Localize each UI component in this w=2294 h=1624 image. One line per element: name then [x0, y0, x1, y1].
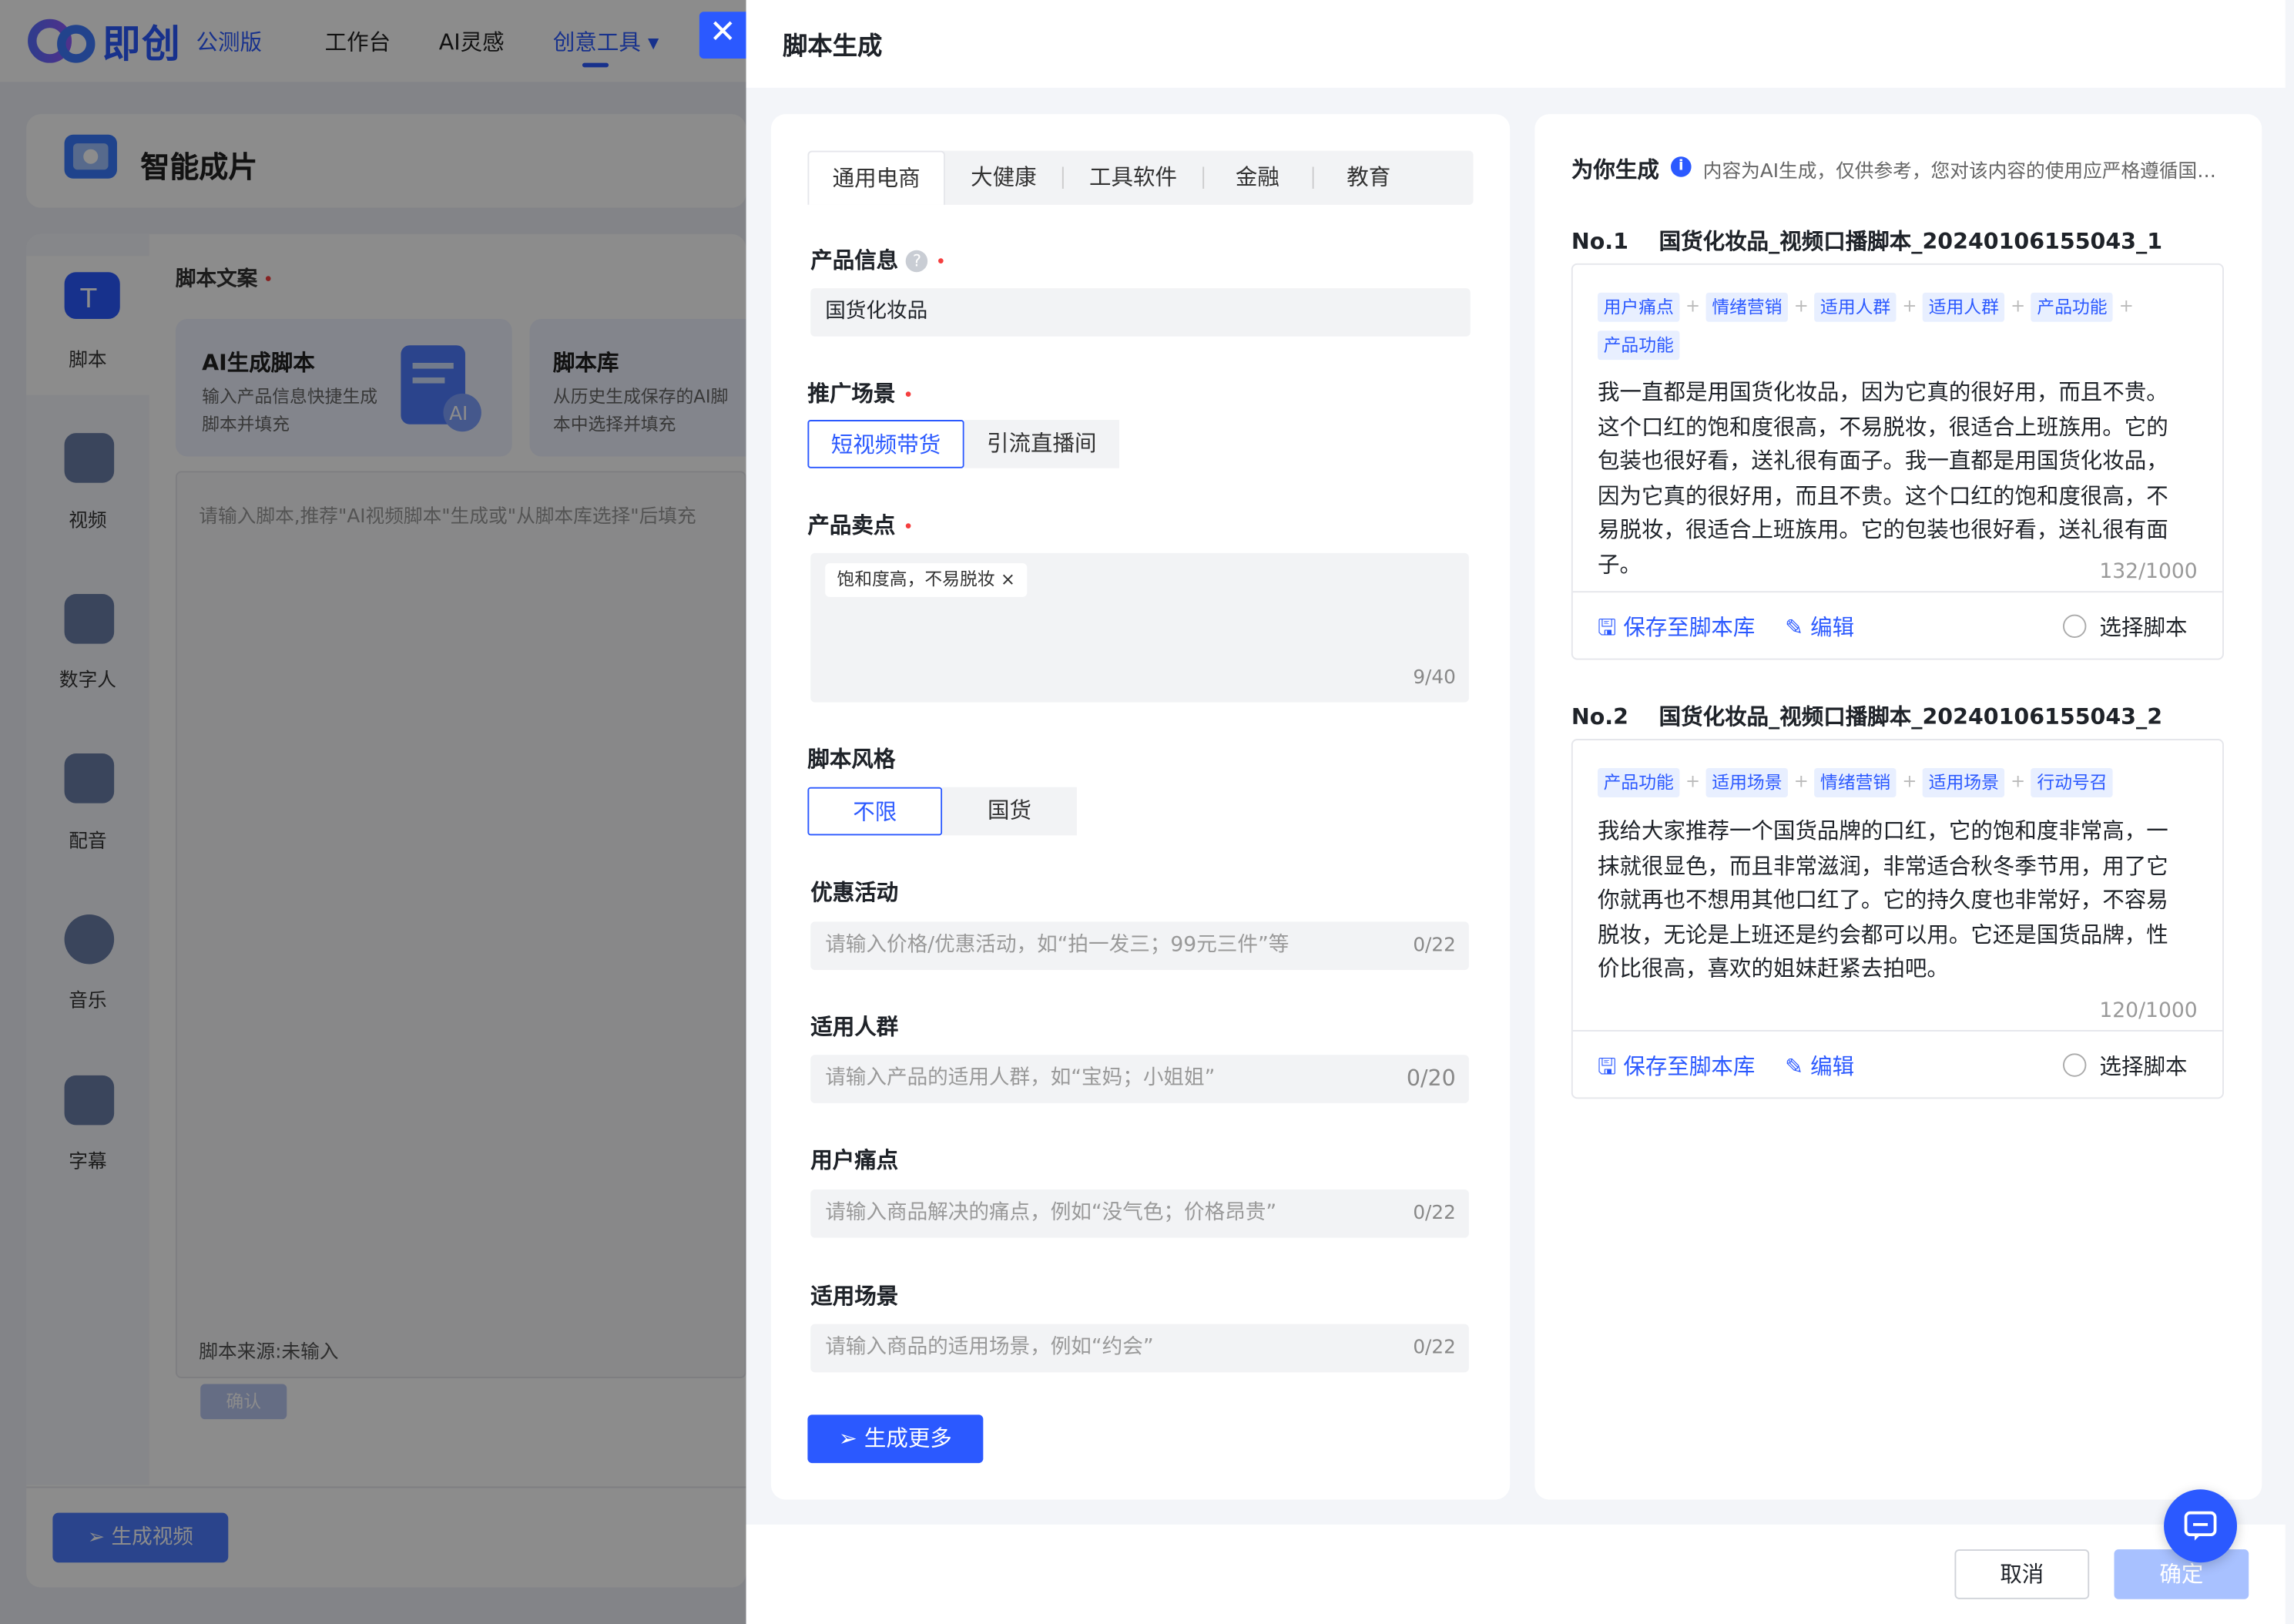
selling-point-chip: 饱和度高，不易脱妆 × [825, 563, 1028, 597]
selling-points-label: 产品卖点 • [807, 512, 914, 539]
chat-icon [2184, 1511, 2217, 1541]
result-1-tags: 用户痛点 + 情绪营销 + 适用人群 + 适用人群 + 产品功能 +产品功能 [1598, 287, 2183, 361]
card-divider [1572, 591, 2223, 593]
result-2-heading: No.2 国货化妆品_视频口播脚本_20240106155043_2 [1571, 703, 2163, 730]
close-icon: ✕ [709, 14, 736, 52]
usage-scene-label: 适用场景 [810, 1283, 899, 1310]
pain-point-input[interactable]: 请输入商品解决的痛点，例如“没气色；价格昂贵” 0/22 [810, 1189, 1469, 1238]
result-1-select-label[interactable]: 选择脚本 [2099, 612, 2187, 643]
result-1-select-radio[interactable] [2063, 614, 2087, 639]
send-icon: ➢ [838, 1424, 864, 1451]
selling-points-count: 9/40 [1413, 666, 1456, 690]
style-option-any[interactable]: 不限 [807, 787, 943, 836]
result-1-count: 132/1000 [2099, 560, 2198, 584]
tag: 产品功能 [2031, 291, 2114, 321]
promotion-input[interactable]: 请输入价格/优惠活动，如“拍一发三；99元三件”等 0/22 [810, 921, 1469, 971]
tab-general-ecommerce[interactable]: 通用电商 [807, 150, 945, 205]
ai-disclaimer: 内容为AI生成，仅供参考，您对该内容的使用应严格遵循国家相关法律法规 [1702, 160, 2224, 183]
chat-support-button[interactable] [2164, 1489, 2238, 1563]
tag: 适用人群 [1814, 291, 1897, 321]
tag: 产品功能 [1598, 330, 1680, 360]
result-1-heading: No.1 国货化妆品_视频口播脚本_20240106155043_1 [1571, 228, 2163, 255]
tag: 行动号召 [2031, 767, 2114, 797]
generate-more-button[interactable]: ➢ 生成更多 [807, 1414, 984, 1464]
results-title: 为你生成 [1571, 156, 1659, 183]
tab-health[interactable]: 大健康 [945, 151, 1062, 205]
close-drawer-button[interactable]: ✕ [699, 12, 746, 59]
result-1-edit-button[interactable]: ✎ 编辑 [1785, 612, 1854, 643]
promotion-label: 优惠活动 [810, 879, 899, 906]
audience-input[interactable]: 请输入产品的适用人群，如“宝妈；小姐姐” 0/20 [810, 1055, 1469, 1103]
card-divider [1572, 1029, 2223, 1032]
edit-icon: ✎ [1785, 1053, 1811, 1080]
usage-scene-input[interactable]: 请输入商品的适用场景，例如“约会” 0/22 [810, 1324, 1469, 1373]
result-2-edit-button[interactable]: ✎ 编辑 [1785, 1051, 1854, 1082]
result-2-save-button[interactable]: 🖫 保存至脚本库 [1598, 1051, 1755, 1089]
scene-option-short-video[interactable]: 短视频带货 [807, 420, 964, 468]
drawer-scrollbar[interactable] [2285, 0, 2294, 1624]
result-1-text[interactable]: 我一直都是用国货化妆品，因为它真的很好用，而且不贵。这个口红的饱和度很高，不易脱… [1598, 376, 2186, 582]
remove-chip-icon[interactable]: × [1001, 569, 1015, 590]
cancel-button[interactable]: 取消 [1954, 1549, 2090, 1599]
audience-label: 适用人群 [810, 1014, 899, 1041]
tag: 用户痛点 [1598, 291, 1680, 321]
help-icon[interactable]: ? [906, 250, 928, 273]
result-1-save-button[interactable]: 🖫 保存至脚本库 [1598, 612, 1755, 649]
result-2-count: 120/1000 [2099, 999, 2198, 1023]
generate-more-label: 生成更多 [864, 1424, 952, 1451]
save-icon: 🖫 [1598, 614, 1624, 641]
style-label: 脚本风格 [807, 746, 896, 773]
tab-education[interactable]: 教育 [1314, 151, 1424, 205]
modal-overlay[interactable] [0, 0, 746, 1624]
tab-finance[interactable]: 金融 [1204, 151, 1311, 205]
result-2-select-radio[interactable] [2063, 1053, 2087, 1077]
style-option-domestic[interactable]: 国货 [942, 787, 1077, 836]
pain-point-label: 用户痛点 [810, 1146, 899, 1174]
product-info-input[interactable]: 国货化妆品 [810, 288, 1471, 337]
info-icon: i [1671, 156, 1692, 177]
product-info-label: 产品信息 ? • [810, 247, 947, 274]
drawer-header [746, 0, 2294, 88]
tag: 情绪营销 [1814, 767, 1897, 797]
result-2-tags: 产品功能 + 适用场景 + 情绪营销 + 适用场景 + 行动号召 [1598, 762, 2183, 800]
tab-tool-software[interactable]: 工具软件 [1064, 151, 1202, 205]
scene-option-live-stream[interactable]: 引流直播间 [964, 420, 1119, 468]
drawer-title: 脚本生成 [783, 32, 883, 62]
tag: 产品功能 [1598, 767, 1680, 797]
result-2-select-label[interactable]: 选择脚本 [2099, 1051, 2187, 1082]
tag: 适用人群 [1923, 291, 2005, 321]
tag: 适用场景 [1923, 767, 2005, 797]
edit-icon: ✎ [1785, 614, 1811, 641]
result-2-text[interactable]: 我给大家推荐一个国货品牌的口红，它的饱和度非常高，一抹就很显色，而且非常滋润，非… [1598, 815, 2186, 987]
tag: 情绪营销 [1705, 291, 1789, 321]
tag: 适用场景 [1705, 767, 1789, 797]
scene-label: 推广场景 • [807, 380, 914, 407]
save-icon: 🖫 [1598, 1053, 1624, 1080]
